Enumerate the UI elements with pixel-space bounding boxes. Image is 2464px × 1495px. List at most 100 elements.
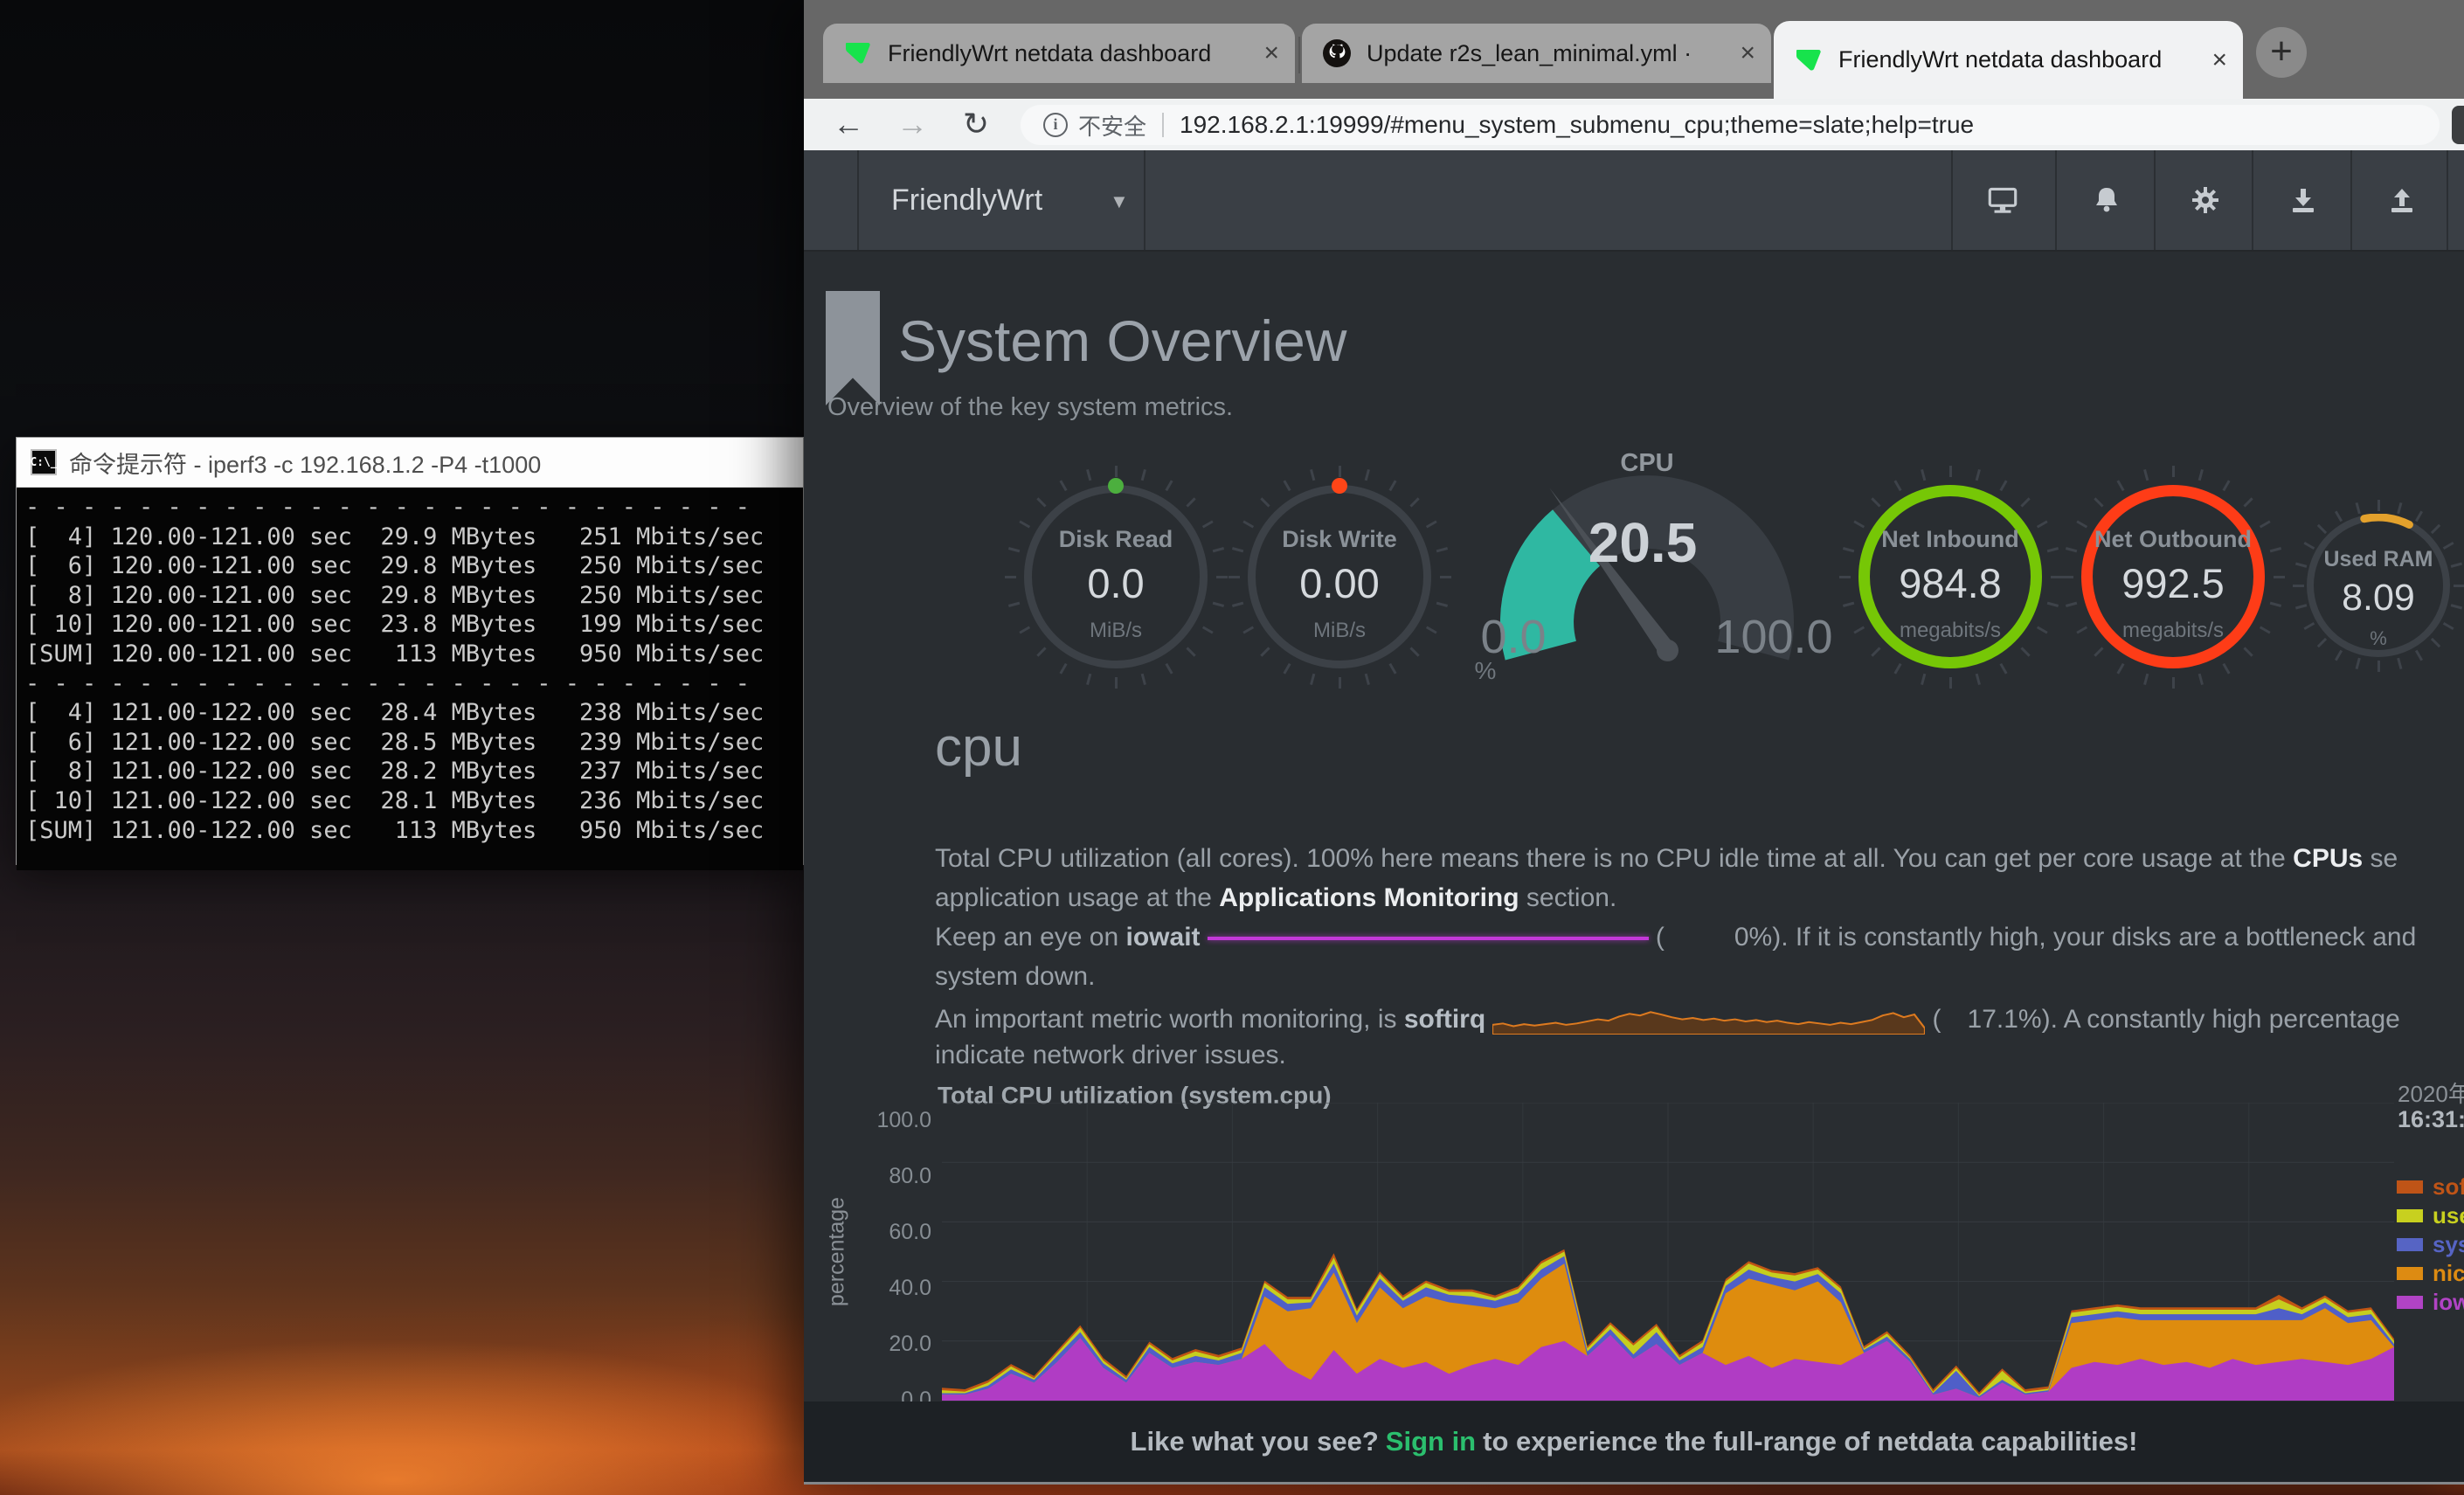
gauge-label: Disk Write: [1235, 526, 1444, 553]
terminal-line: - - - - - - - - - - - - - - - - - - - - …: [25, 493, 803, 523]
terminal-titlebar[interactable]: C:\_ 命令提示符 - iperf3 -c 192.168.1.2 -P4 -…: [17, 438, 803, 488]
gauge-tick: [1310, 673, 1315, 684]
y-axis-label: percentage: [825, 1121, 850, 1383]
hostname-dropdown[interactable]: FriendlyWrt: [891, 150, 1042, 250]
gauge-tick: [1364, 468, 1369, 480]
back-button[interactable]: ←: [827, 104, 870, 146]
gauge-tick: [2020, 647, 2030, 656]
header-divider: [2447, 150, 2448, 250]
tab-strip: FriendlyWrt netdata dashboard × Update r…: [804, 0, 2464, 99]
gauge-tick: [1260, 497, 1270, 507]
gauge-tick: [1364, 673, 1369, 684]
tab-netdata-1[interactable]: FriendlyWrt netdata dashboard ×: [823, 24, 1295, 83]
y-tick: 40.0: [804, 1276, 931, 1301]
terminal-window[interactable]: C:\_ 命令提示符 - iperf3 -c 192.168.1.2 -P4 -…: [16, 437, 804, 865]
alarms-button[interactable]: [2057, 150, 2156, 250]
tab-close-icon[interactable]: ×: [2198, 45, 2227, 75]
description-line: An important metric worth monitoring, is…: [935, 996, 2464, 1035]
text: system down.: [935, 962, 1095, 991]
gauge-tick: [1140, 468, 1145, 480]
new-tab-button[interactable]: +: [2256, 27, 2307, 78]
header-divider: [1144, 150, 1145, 250]
tab-github[interactable]: Update r2s_lean_minimal.yml · k ×: [1302, 24, 1771, 83]
section-heading-cpu[interactable]: cpu: [935, 716, 1022, 779]
browser-window: FriendlyWrt netdata dashboard × Update r…: [804, 0, 2464, 1485]
import-snapshot-button[interactable]: [2253, 150, 2352, 250]
gauge-tick: [1975, 468, 1980, 480]
info-icon[interactable]: i: [1043, 113, 1068, 137]
settings-button[interactable]: [2156, 150, 2254, 250]
gauge-tick: [1186, 497, 1195, 507]
legend-item-user[interactable]: user: [2397, 1201, 2464, 1230]
address-divider: [1162, 113, 1164, 137]
gauge-used-ram[interactable]: Used RAM 8.09 %: [2298, 505, 2459, 680]
desktop-wallpaper: C:\_ 命令提示符 - iperf3 -c 192.168.1.2 -P4 -…: [0, 0, 2464, 1495]
inline-link[interactable]: CPUs: [2293, 844, 2363, 873]
gauge-tick: [2172, 466, 2175, 477]
cpu-utilization-chart[interactable]: [942, 1103, 2394, 1401]
terminal-line: [ 6] 120.00-121.00 sec 29.8 MBytes 250 M…: [25, 551, 803, 581]
url-text[interactable]: 192.168.2.1:19999/#menu_system_submenu_c…: [1180, 111, 1974, 139]
gauge-tick: [2020, 497, 2030, 507]
gauge-tick: [1949, 677, 1952, 689]
tab-close-icon[interactable]: ×: [1726, 38, 1755, 68]
gauge-disk-read[interactable]: Disk Read 0.0 MiB/s: [1011, 472, 1221, 699]
iowait-sparkline[interactable]: [1208, 937, 1649, 940]
gauge-tick: [1339, 677, 1341, 689]
text: Total CPU utilization (all cores). 100% …: [935, 844, 2293, 873]
gauge-tick: [2198, 673, 2203, 684]
terminal-title: 命令提示符 - iperf3 -c 192.168.1.2 -P4 -t1000: [69, 446, 541, 480]
gauge-tick: [1921, 468, 1926, 480]
legend-label: nice: [2433, 1260, 2464, 1287]
gauge-net-inbound[interactable]: Net Inbound 984.8 megabits/s: [1845, 472, 2055, 699]
gauge-tick: [2222, 480, 2230, 491]
chart-legend: softirqusersystemniceiowait: [2397, 1173, 2464, 1317]
legend-label: system: [2433, 1231, 2464, 1258]
gauge-tick: [1115, 466, 1118, 477]
cmd-icon: C:\_: [31, 449, 57, 475]
forward-button[interactable]: →: [890, 104, 934, 146]
upload-icon: [2384, 183, 2419, 218]
tab-netdata-2-active[interactable]: FriendlyWrt netdata dashboard ×: [1774, 21, 2243, 99]
gauge-net-outbound[interactable]: Net Outbound 992.5 megabits/s: [2068, 472, 2278, 699]
gauge-tick: [1260, 647, 1270, 656]
browser-toolbar: ← → ↻ i 不安全 192.168.2.1:19999/#menu_syst…: [804, 99, 2464, 150]
softirq-sparkline[interactable]: [1492, 996, 1925, 1035]
monitor-icon: [1984, 182, 2021, 218]
gauge-value: 0.00: [1235, 559, 1444, 607]
gauge-tick: [1999, 480, 2007, 491]
address-bar[interactable]: i 不安全 192.168.2.1:19999/#menu_system_sub…: [1021, 105, 2440, 145]
legend-label: iowait: [2433, 1289, 2464, 1316]
legend-item-iowait[interactable]: iowait: [2397, 1288, 2464, 1317]
gauge-tick: [2355, 657, 2360, 668]
gauge-tick: [2243, 647, 2253, 656]
tab-title: FriendlyWrt netdata dashboard: [1838, 46, 2162, 73]
legend-item-softirq[interactable]: softirq: [2397, 1173, 2464, 1201]
inline-link[interactable]: Applications Monitoring: [1219, 883, 1519, 912]
gauge-tick: [1871, 647, 1880, 656]
cpu-description: Total CPU utilization (all cores). 100% …: [935, 839, 2464, 1075]
text: 17.1%). A constantly high percentage: [1968, 1005, 2400, 1034]
extension-icon[interactable]: [2452, 106, 2464, 144]
text: (: [1649, 923, 1665, 952]
gauge-tick: [1165, 662, 1173, 674]
legend-swatch: [2397, 1296, 2423, 1309]
legend-item-nice[interactable]: nice: [2397, 1259, 2464, 1288]
gauge-tick: [2143, 673, 2149, 684]
gauge-disk-write[interactable]: Disk Write 0.00 MiB/s: [1235, 472, 1444, 699]
legend-item-system[interactable]: system: [2397, 1230, 2464, 1259]
gauge-tick: [1140, 673, 1145, 684]
legend-swatch: [2397, 1238, 2423, 1251]
tab-close-icon[interactable]: ×: [1249, 38, 1279, 68]
reload-button[interactable]: ↻: [954, 104, 998, 146]
terminal-line: [SUM] 121.00-122.00 sec 113 MBytes 950 M…: [25, 816, 803, 846]
terminal-line: - - - - - - - - - - - - - - - - - - - - …: [25, 669, 803, 699]
terminal-line: [ 8] 121.00-122.00 sec 28.2 MBytes 237 M…: [25, 757, 803, 786]
sign-in-link[interactable]: Sign in: [1386, 1426, 1476, 1457]
text: An important metric worth monitoring, is: [935, 1005, 1404, 1034]
chevron-down-icon[interactable]: ▼: [1110, 150, 1129, 250]
legend-label: softirq: [2433, 1173, 2464, 1201]
description-line: Keep an eye on iowait (0%). If it is con…: [935, 917, 2464, 957]
export-snapshot-button[interactable]: [2352, 150, 2451, 250]
nodes-view-button[interactable]: [1953, 150, 2052, 250]
